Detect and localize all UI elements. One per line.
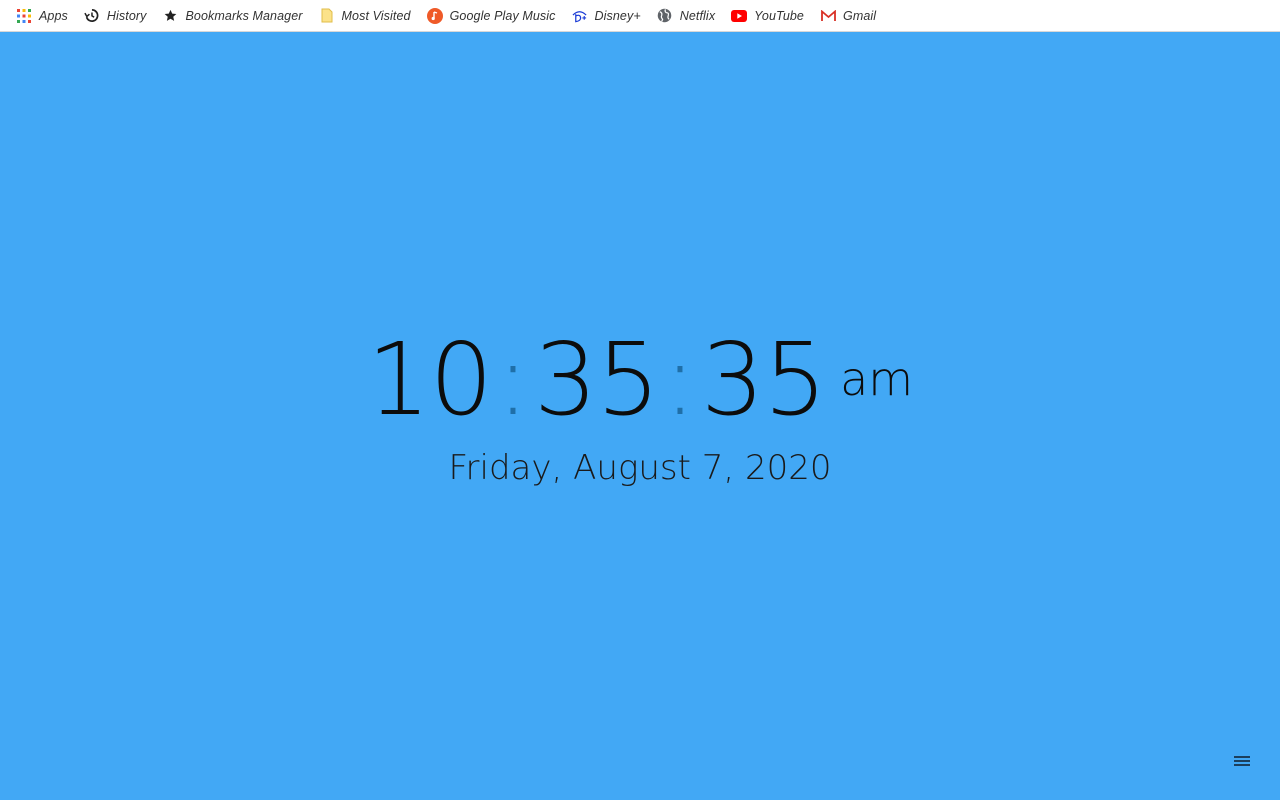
bookmark-netflix[interactable]: Netflix	[657, 4, 715, 28]
bookmark-label: Most Visited	[341, 8, 411, 23]
youtube-icon	[731, 8, 748, 24]
bookmark-most-visited[interactable]: Most Visited	[319, 4, 411, 28]
bookmark-gmail[interactable]: Gmail	[820, 4, 876, 28]
clock-seconds: 35	[700, 321, 827, 438]
bookmarks-bar: Apps History Bookmarks Manager Most Visi…	[0, 0, 1280, 32]
clock: 10 : 35 : 35 am	[367, 330, 913, 440]
clock-separator: :	[663, 321, 697, 438]
date-display: Friday, August 7, 2020	[448, 448, 832, 488]
folder-icon	[319, 8, 335, 24]
bookmark-label: Google Play Music	[449, 8, 556, 23]
gmail-icon	[820, 8, 836, 24]
bookmark-label: History	[106, 8, 147, 23]
clock-ampm: am	[840, 352, 914, 406]
bookmark-label: Disney+	[594, 8, 641, 23]
bookmark-disney-plus[interactable]: Disney+	[572, 4, 641, 28]
bookmark-label: Gmail	[843, 8, 877, 23]
bookmark-youtube[interactable]: YouTube	[731, 4, 804, 28]
apps-grid-icon	[16, 8, 32, 24]
bookmark-apps[interactable]: Apps	[16, 4, 68, 28]
clock-minutes: 35	[533, 321, 660, 438]
hamburger-menu-icon	[1232, 756, 1252, 766]
clock-separator: :	[496, 321, 530, 438]
menu-button[interactable]	[1232, 754, 1252, 770]
star-icon	[163, 8, 179, 24]
clock-display: 10 : 35 : 35 am	[0, 330, 1280, 440]
bookmark-label: Netflix	[679, 8, 716, 23]
bookmark-bookmarks-manager[interactable]: Bookmarks Manager	[163, 4, 303, 28]
clock-hours: 10	[366, 321, 493, 438]
google-play-music-icon	[426, 7, 443, 24]
bookmark-label: YouTube	[754, 8, 804, 23]
bookmark-google-play-music[interactable]: Google Play Music	[426, 4, 556, 28]
bookmark-label: Bookmarks Manager	[185, 8, 303, 23]
bookmark-label: Apps	[39, 8, 68, 23]
disney-plus-icon	[572, 8, 588, 24]
globe-icon	[657, 8, 673, 24]
bookmark-history[interactable]: History	[84, 4, 147, 28]
history-icon	[84, 8, 100, 24]
